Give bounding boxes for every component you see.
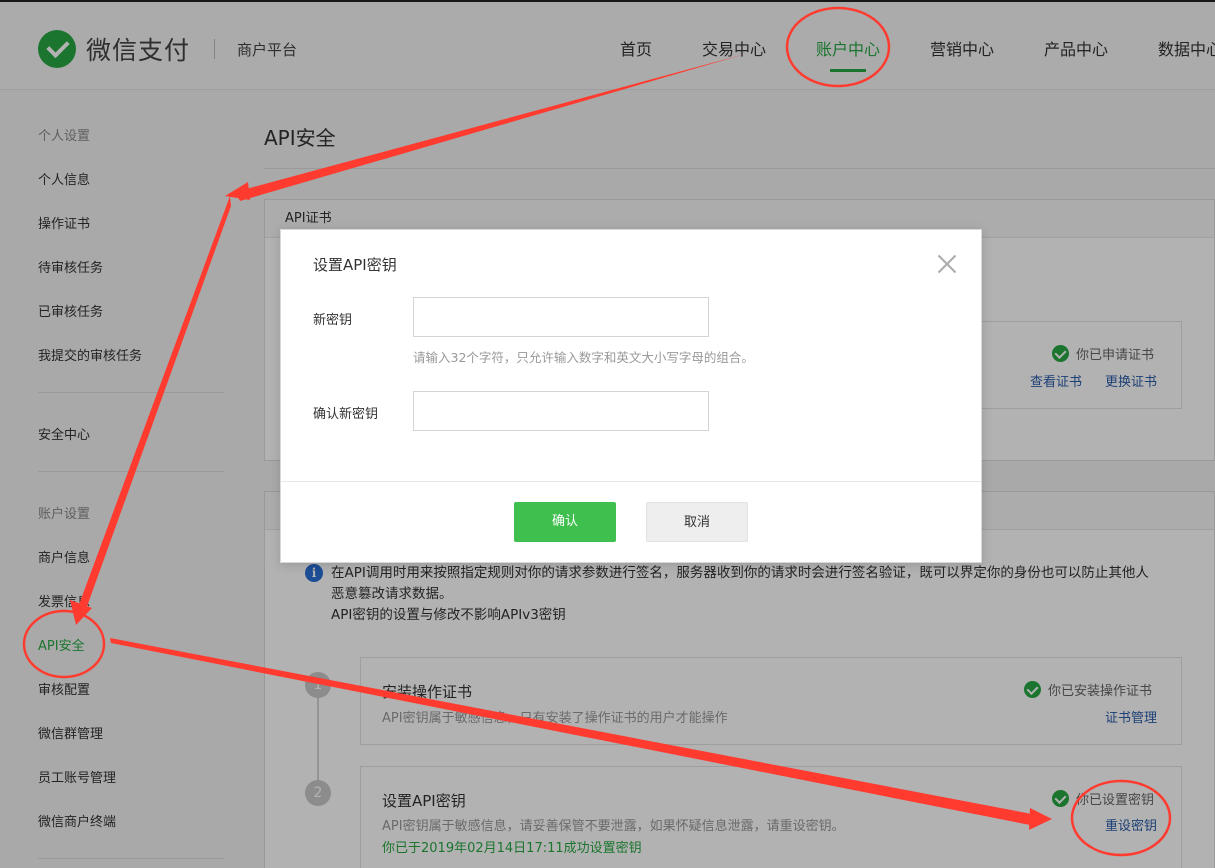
set-api-key-dialog: 设置API密钥 新密钥 请输入32个字符，只允许输入数字和英文大小写字母的组合。… <box>280 229 982 563</box>
new-key-hint: 请输入32个字符，只允许输入数字和英文大小写字母的组合。 <box>413 350 754 365</box>
confirm-button[interactable]: 确认 <box>514 502 616 542</box>
dialog-footer-divider <box>281 481 981 482</box>
cancel-button[interactable]: 取消 <box>646 502 748 542</box>
dialog-title: 设置API密钥 <box>313 256 397 274</box>
new-key-label: 新密钥 <box>313 313 353 328</box>
confirm-key-input[interactable] <box>413 391 709 431</box>
close-icon[interactable] <box>937 254 957 274</box>
new-key-input[interactable] <box>413 297 709 337</box>
confirm-key-label: 确认新密钥 <box>313 407 379 422</box>
